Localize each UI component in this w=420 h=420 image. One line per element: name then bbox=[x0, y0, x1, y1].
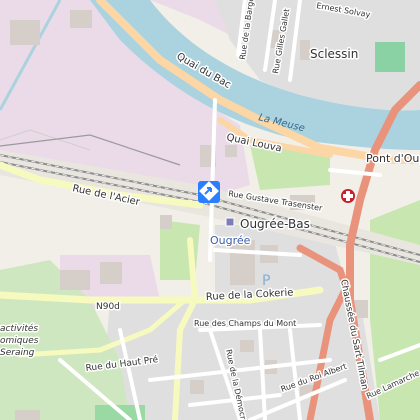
hospital-cross-icon[interactable] bbox=[341, 189, 355, 203]
parking-label: P bbox=[262, 273, 270, 289]
place-seraing-line3: Seraing bbox=[0, 348, 35, 358]
place-sclessin: Sclessin bbox=[310, 47, 358, 61]
place-pont-douigree: Pont d'Ougrée bbox=[366, 152, 420, 165]
road-rue-des-champs-du-mont: Rue des Champs du Mont bbox=[194, 319, 296, 328]
stadium-pitch bbox=[375, 42, 405, 72]
map-canvas[interactable]: P La Meuse Sclessin Pont d'Ougrée Ougrée… bbox=[0, 0, 420, 420]
place-seraing-line2: omiques bbox=[0, 336, 39, 346]
place-ougree-bas: Ougrée-Bas bbox=[240, 217, 310, 231]
road-n90d: N90d bbox=[96, 302, 120, 312]
directions-diamond-icon[interactable] bbox=[198, 181, 220, 203]
place-seraing-line1: activités bbox=[0, 323, 38, 334]
place-ougree: Ougrée bbox=[210, 234, 251, 247]
train-station-icon[interactable] bbox=[225, 217, 235, 227]
